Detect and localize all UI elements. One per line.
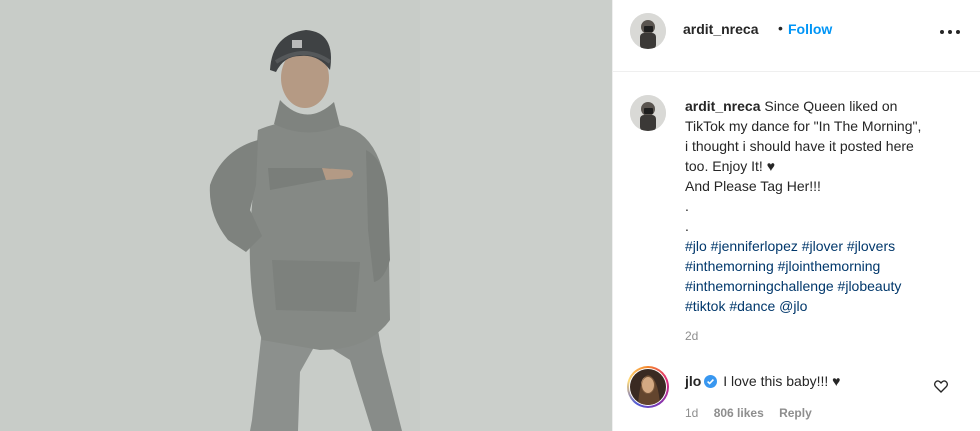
hashtag-line-1[interactable]: #inthemorning #jlointhemorning bbox=[685, 256, 957, 276]
commenter-avatar[interactable] bbox=[630, 369, 666, 405]
caption-text: ardit_nreca Since Queen liked on TikTok … bbox=[685, 96, 957, 316]
commenter-username[interactable]: jlo bbox=[685, 373, 701, 389]
caption-line-0: ardit_nreca Since Queen liked on bbox=[685, 98, 898, 114]
story-ring[interactable] bbox=[627, 366, 669, 408]
hashtag-line-2[interactable]: #inthemorningchallenge #jlobeauty bbox=[685, 276, 957, 296]
hashtag-line-0[interactable]: #jlo #jenniferlopez #jlover #jlovers bbox=[685, 236, 957, 256]
caption-line-2: i thought i should have it posted here bbox=[685, 138, 914, 154]
comment-text: jlo I love this baby!!! ♥ bbox=[685, 373, 841, 389]
hashtag-line-3[interactable]: #tiktok #dance @jlo bbox=[685, 296, 957, 316]
dancer-video-frame bbox=[0, 0, 612, 431]
caption-line-4: And Please Tag Her!!! bbox=[685, 178, 821, 194]
caption-line-5: . bbox=[685, 198, 689, 214]
comment-meta: 1d 806 likes Reply bbox=[685, 406, 824, 420]
follow-button[interactable]: Follow bbox=[788, 21, 832, 37]
author-username[interactable]: ardit_nreca bbox=[683, 21, 758, 37]
post-media-video[interactable] bbox=[0, 0, 612, 431]
caption-line-3: too. Enjoy It! ♥ bbox=[685, 158, 776, 174]
caption-timestamp[interactable]: 2d bbox=[685, 329, 698, 343]
verified-badge-icon bbox=[704, 375, 718, 388]
author-avatar[interactable] bbox=[630, 13, 666, 49]
comment-timestamp[interactable]: 1d bbox=[685, 406, 698, 420]
post-header: ardit_nreca • Follow bbox=[613, 0, 980, 72]
comment-likes[interactable]: 806 likes bbox=[714, 406, 764, 420]
post-side-panel: ardit_nreca • Follow ardit_nreca Since Q… bbox=[612, 0, 980, 431]
caption-line-6: . bbox=[685, 218, 689, 234]
comment-body: I love this baby!!! ♥ bbox=[723, 373, 841, 389]
caption-line-1: TikTok my dance for "In The Morning", bbox=[685, 118, 922, 134]
separator-dot: • bbox=[778, 20, 783, 36]
heart-outline-icon[interactable] bbox=[933, 378, 949, 394]
reply-button[interactable]: Reply bbox=[779, 406, 812, 420]
caption-author-avatar[interactable] bbox=[630, 95, 666, 131]
caption-username[interactable]: ardit_nreca bbox=[685, 98, 760, 114]
more-options-icon[interactable] bbox=[938, 20, 962, 40]
